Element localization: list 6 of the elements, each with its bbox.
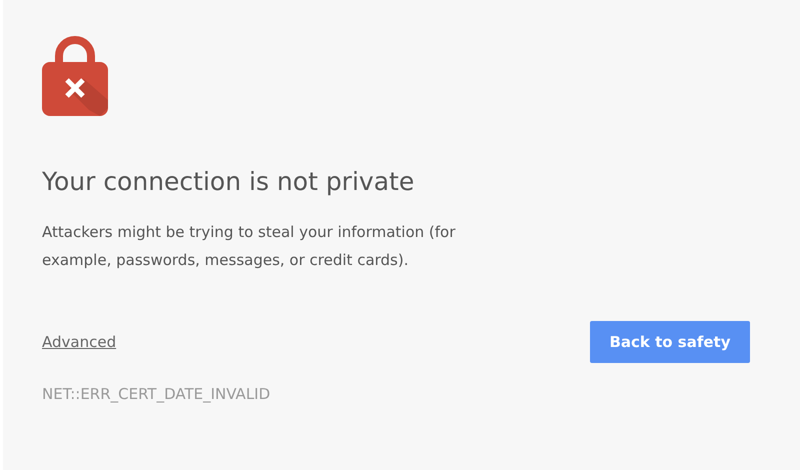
page-heading: Your connection is not private [42, 166, 414, 198]
warning-message: Attackers might be trying to steal your information (for example, passwords, messages, or credit cards). [42, 222, 456, 271]
advanced-link[interactable]: Advanced [42, 333, 116, 351]
error-code: NET::ERR_CERT_DATE_INVALID [42, 385, 270, 403]
padlock-icon [42, 34, 108, 116]
back-to-safety-button[interactable]: Back to safety [590, 321, 750, 363]
